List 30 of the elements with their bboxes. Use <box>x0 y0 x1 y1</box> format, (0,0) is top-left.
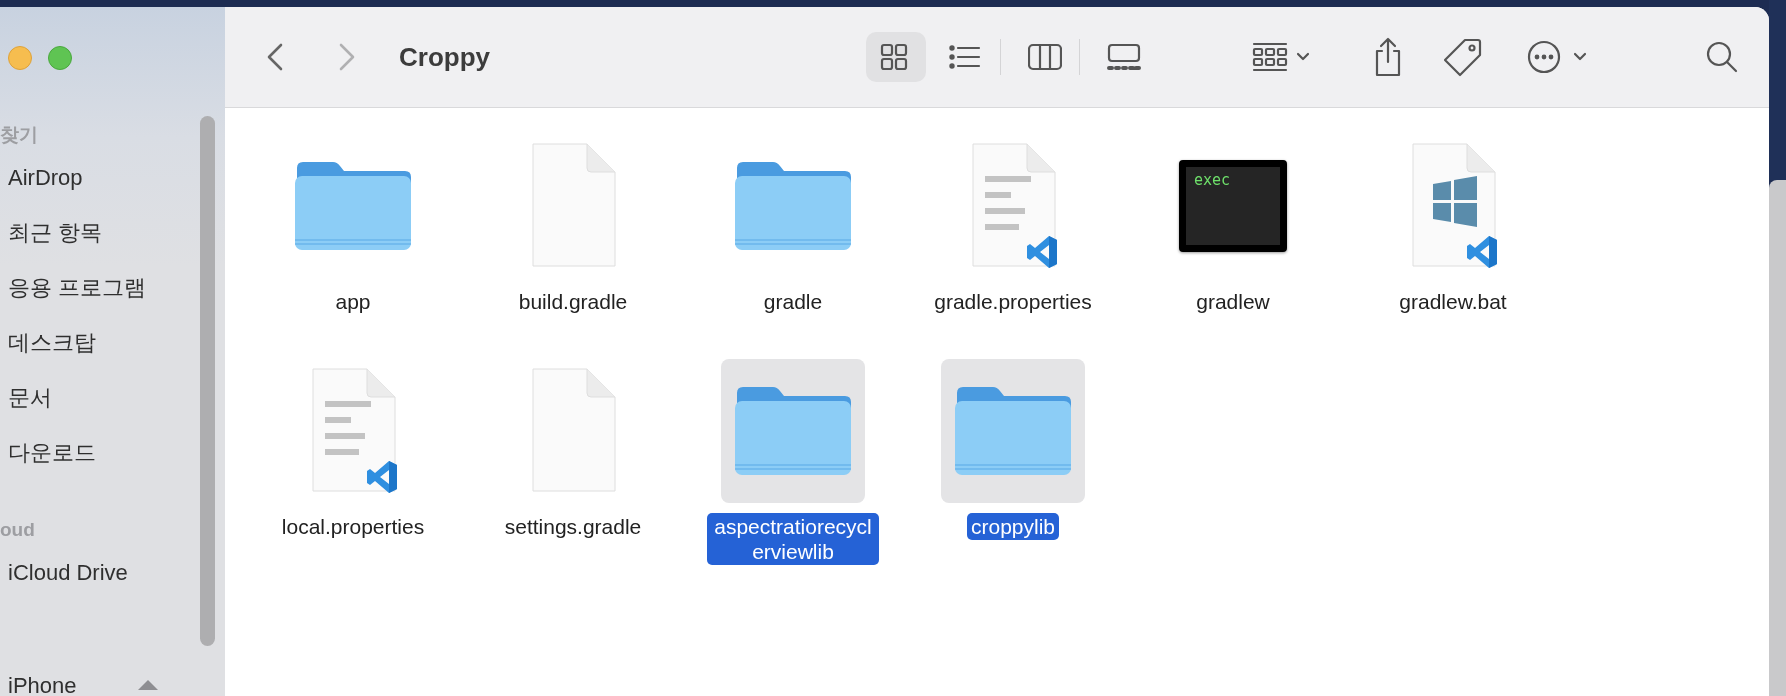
back-icon[interactable] <box>267 43 283 71</box>
file-name[interactable]: gradlew <box>1192 288 1274 315</box>
search-icon[interactable] <box>1705 40 1739 74</box>
tag-icon[interactable] <box>1443 37 1483 77</box>
file-name[interactable]: gradlew.bat <box>1395 288 1511 315</box>
file-name[interactable]: local.properties <box>277 513 429 540</box>
sidebar-item[interactable]: iCloud Drive <box>8 545 128 600</box>
sidebar-item[interactable]: 최근 항목 <box>8 205 103 260</box>
group-icon[interactable] <box>1252 42 1312 72</box>
icon-view-icon[interactable] <box>866 32 926 82</box>
sidebar-item[interactable]: AirDrop <box>8 150 83 205</box>
file-name[interactable]: settings.gradle <box>500 513 646 540</box>
sidebar-item[interactable]: 데스크탑 <box>8 315 96 370</box>
sidebar-item[interactable]: 문서 <box>8 370 52 425</box>
share-icon[interactable] <box>1373 37 1403 77</box>
more-icon[interactable] <box>1527 40 1589 74</box>
file-name[interactable]: gradle <box>759 288 827 315</box>
scrollbar[interactable] <box>200 116 215 646</box>
section-heading: oud <box>0 519 35 540</box>
file-name[interactable]: build.gradle <box>514 288 632 315</box>
file-name[interactable]: aspectratiorecyclerviewlib <box>707 513 879 565</box>
terminal-icon: exec <box>1179 160 1287 252</box>
file-name[interactable]: croppylib <box>966 513 1059 540</box>
window-title: Croppy <box>399 41 490 73</box>
sidebar-item[interactable]: 응용 프로그램 <box>8 260 147 315</box>
sidebar-item[interactable]: iPhone <box>8 658 77 696</box>
sidebar-item[interactable]: 다운로드 <box>8 425 96 480</box>
file-name[interactable]: gradle.properties <box>930 288 1096 315</box>
section-heading: 찾기 <box>0 124 38 145</box>
file-name[interactable]: app <box>331 288 375 315</box>
